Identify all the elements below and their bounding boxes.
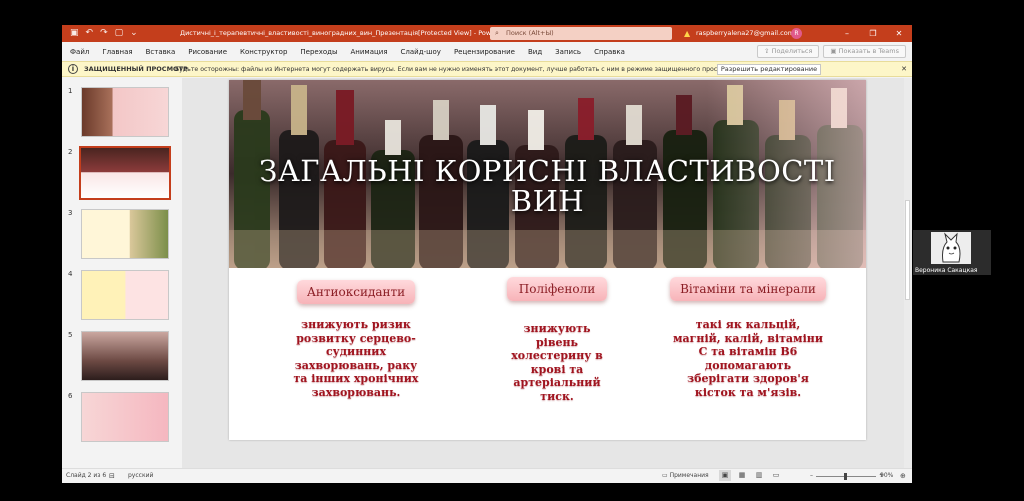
thumbnail-row[interactable]: 4 [62, 270, 180, 322]
text-polyphenols[interactable]: знижують рівень холестерину в крові та а… [505, 322, 609, 403]
slide-title-line-2: ВИН [510, 184, 585, 218]
thumbnail-row[interactable]: 2 [62, 146, 180, 200]
ribbon-tabs: Файл Главная Вставка Рисование Конструкт… [62, 42, 912, 61]
enable-editing-button[interactable]: Разрешить редактирование [717, 64, 821, 75]
fit-to-window-icon[interactable]: ⊕ [900, 469, 906, 483]
present-in-teams-button[interactable]: ▣ Показать в Teams [823, 45, 906, 58]
restore-icon[interactable]: ❐ [860, 25, 886, 42]
text-vitamins-minerals[interactable]: такі як кальцій, магній, калій, вітаміни… [673, 318, 823, 399]
slide-thumbnail-6[interactable] [81, 392, 169, 442]
spellcheck-icon[interactable]: ⊟ [109, 469, 115, 483]
thumbnail-row[interactable]: 3 [62, 209, 180, 261]
slide-editing-area: ЗАГАЛЬНІ КОРИСНІ ВЛАСТИВОСТІ ВИН Антиокс… [182, 78, 904, 468]
thumbnail-number: 3 [68, 209, 73, 217]
slide-counter: Слайд 2 из 6 [66, 472, 107, 479]
heading-vitamins-minerals[interactable]: Вітаміни та мінерали [670, 277, 826, 301]
thumbnail-number: 6 [68, 392, 73, 400]
participant-avatar [931, 232, 971, 264]
slide-title[interactable]: ЗАГАЛЬНІ КОРИСНІ ВЛАСТИВОСТІ ВИН [229, 156, 866, 216]
info-icon: i [68, 64, 78, 74]
tab-help[interactable]: Справка [594, 48, 625, 56]
thumbnail-number: 5 [68, 331, 73, 339]
slideshow-view-icon[interactable]: ▭ [770, 470, 782, 481]
avatar[interactable]: R [791, 28, 802, 39]
notes-button[interactable]: ▭ Примечания [662, 469, 709, 483]
protected-view-bar: i ЗАЩИЩЕННЫЙ ПРОСМОТР Будьте осторожны: … [62, 61, 912, 77]
zoom-knob[interactable] [844, 472, 847, 480]
share-button[interactable]: ⇪ Поделиться [757, 45, 820, 58]
view-switcher: ▣ ▦ ▥ ▭ [719, 470, 782, 481]
customize-toolbar-icon[interactable]: ⌄ [130, 25, 138, 42]
heading-polyphenols[interactable]: Поліфеноли [507, 277, 607, 301]
search-box[interactable]: ⌕ Поиск (Alt+Ы) [490, 27, 672, 40]
tab-draw[interactable]: Рисование [188, 48, 227, 56]
thumbnail-number: 4 [68, 270, 73, 278]
tab-review[interactable]: Рецензирование [454, 48, 515, 56]
thumbnail-row[interactable]: 6 [62, 392, 180, 444]
tab-file[interactable]: Файл [70, 48, 89, 56]
window-controls: – ❐ ✕ [834, 25, 912, 42]
wine-bottles-photo: ЗАГАЛЬНІ КОРИСНІ ВЛАСТИВОСТІ ВИН [229, 80, 866, 268]
slide-title-line-1: ЗАГАЛЬНІ КОРИСНІ ВЛАСТИВОСТІ [259, 154, 836, 188]
warning-icon[interactable]: ▲ [684, 25, 690, 42]
tab-transitions[interactable]: Переходы [300, 48, 337, 56]
participant-video-tile: Вероника Сакацкая [913, 230, 991, 275]
participant-name: Вероника Сакацкая [915, 267, 978, 274]
tab-design[interactable]: Конструктор [240, 48, 287, 56]
zoom-out-icon[interactable]: – [810, 469, 813, 483]
close-icon[interactable]: ✕ [886, 25, 912, 42]
close-bar-icon[interactable]: ✕ [901, 62, 907, 77]
slide-thumbnail-3[interactable] [81, 209, 169, 259]
thumbnail-number: 1 [68, 87, 73, 95]
search-icon: ⌕ [495, 29, 499, 37]
thumbnail-row[interactable]: 5 [62, 331, 180, 383]
slide-thumbnail-2[interactable] [79, 146, 171, 200]
undo-icon[interactable]: ↶ [86, 25, 94, 42]
thumbnail-number: 2 [68, 148, 73, 156]
zoom-level[interactable]: 90% [880, 469, 893, 483]
tab-record[interactable]: Запись [555, 48, 581, 56]
quick-access-toolbar: ▣ ↶ ↷ ▢ ⌄ [62, 25, 172, 42]
status-bar: Слайд 2 из 6 ⊟ русский ▭ Примечания ▣ ▦ … [62, 468, 912, 483]
slide-thumbnails-panel: 1 2 3 4 5 6 [62, 78, 180, 468]
search-placeholder: Поиск (Alt+Ы) [506, 29, 554, 37]
tab-insert[interactable]: Вставка [146, 48, 176, 56]
user-email[interactable]: raspberryalena27@gmail.com [696, 25, 794, 42]
scrollbar-thumb[interactable] [905, 200, 910, 300]
title-bar: ▣ ↶ ↷ ▢ ⌄ Дистичні_і_терапевтичні_власти… [62, 25, 912, 42]
tab-home[interactable]: Главная [102, 48, 132, 56]
language-indicator[interactable]: русский [128, 469, 153, 483]
text-antioxidants[interactable]: знижують ризик розвитку серцево-судинних… [293, 318, 419, 399]
vertical-scrollbar[interactable] [904, 78, 912, 468]
teams-label: Показать в Teams [838, 47, 899, 55]
minimize-icon[interactable]: – [834, 25, 860, 42]
protected-view-title: ЗАЩИЩЕННЫЙ ПРОСМОТР [84, 65, 188, 73]
protected-view-message: Будьте осторожны: файлы из Интернета мог… [175, 66, 739, 73]
powerpoint-window: ▣ ↶ ↷ ▢ ⌄ Дистичні_і_терапевтичні_власти… [62, 25, 912, 483]
reading-view-icon[interactable]: ▥ [753, 470, 765, 481]
save-icon[interactable]: ▣ [70, 25, 79, 42]
slide-thumbnail-4[interactable] [81, 270, 169, 320]
zoom-slider[interactable]: – + [810, 469, 884, 483]
thumbnail-row[interactable]: 1 [62, 87, 180, 139]
zoom-track[interactable] [816, 472, 876, 480]
normal-view-icon[interactable]: ▣ [719, 470, 731, 481]
slide-sorter-icon[interactable]: ▦ [736, 470, 748, 481]
tab-view[interactable]: Вид [528, 48, 542, 56]
share-label: Поделиться [771, 47, 813, 55]
tab-animations[interactable]: Анимация [351, 48, 388, 56]
current-slide[interactable]: ЗАГАЛЬНІ КОРИСНІ ВЛАСТИВОСТІ ВИН Антиокс… [229, 80, 866, 440]
start-slideshow-icon[interactable]: ▢ [115, 25, 124, 42]
slide-thumbnail-1[interactable] [81, 87, 169, 137]
redo-icon[interactable]: ↷ [100, 25, 108, 42]
slide-thumbnail-5[interactable] [81, 331, 169, 381]
document-title: Дистичні_і_терапевтичні_властивості_вино… [180, 29, 514, 37]
heading-antioxidants[interactable]: Антиоксиданти [297, 280, 415, 304]
notes-label: Примечания [669, 472, 709, 479]
tab-slideshow[interactable]: Слайд-шоу [401, 48, 441, 56]
